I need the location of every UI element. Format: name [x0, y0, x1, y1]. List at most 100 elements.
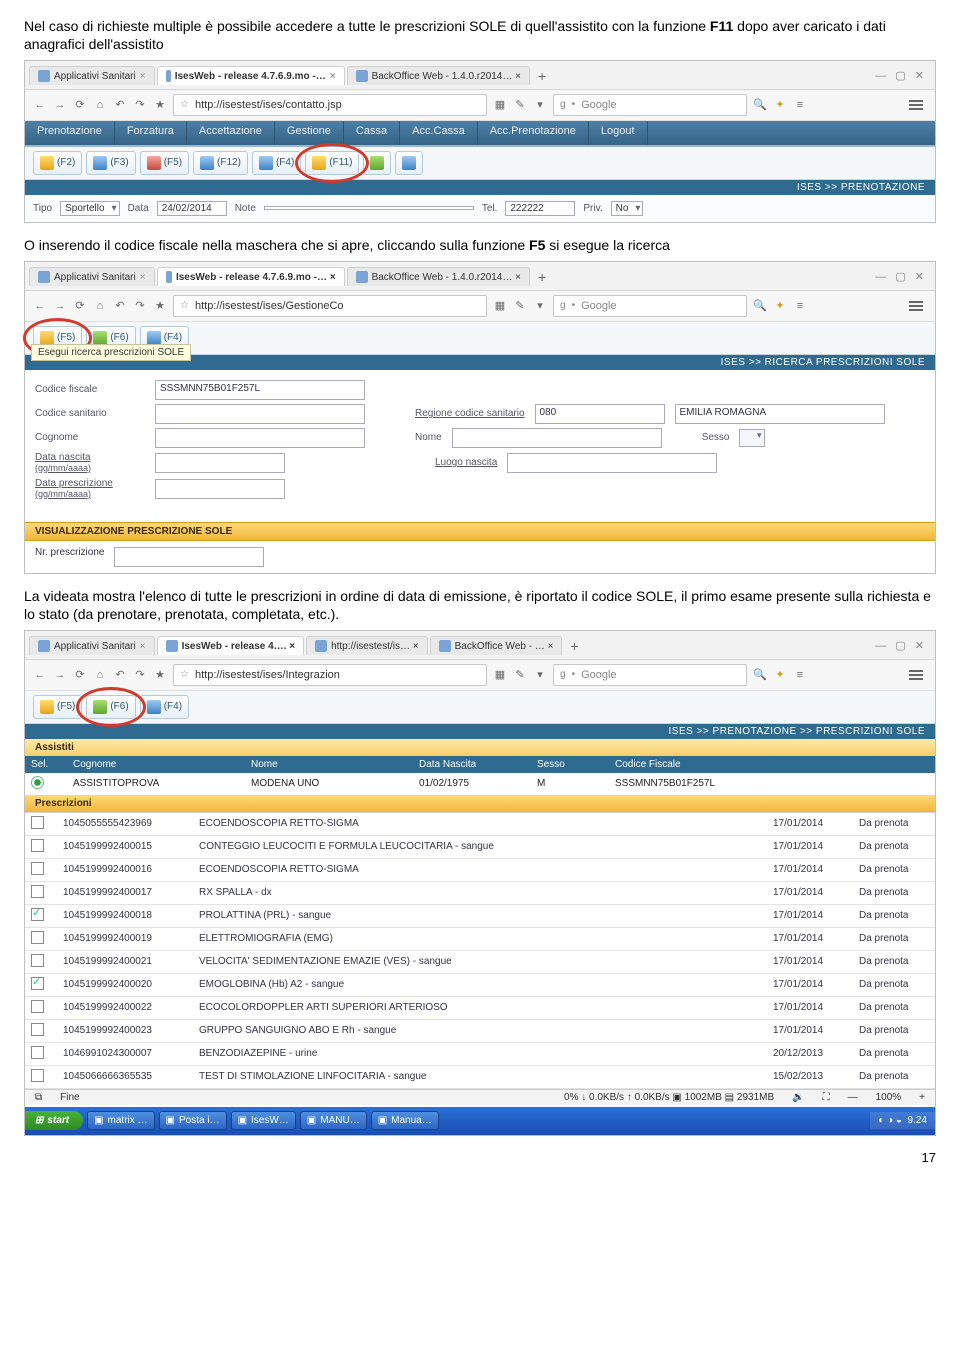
- f4-button[interactable]: (F4): [140, 695, 189, 719]
- prescrizione-row[interactable]: 1046991024300007BENZODIAZEPINE - urine20…: [25, 1043, 935, 1066]
- nav-home-icon[interactable]: ⌂: [93, 98, 107, 112]
- prescrizione-row[interactable]: 1045199992400022ECOCOLORDOPPLER ARTI SUP…: [25, 997, 935, 1020]
- nav-reload-icon[interactable]: ⟳: [73, 98, 87, 112]
- hamburger-icon[interactable]: [909, 100, 923, 110]
- menu-acc-prenotazione[interactable]: Acc.Prenotazione: [478, 121, 589, 145]
- checkbox[interactable]: [31, 816, 44, 829]
- nav-star-icon[interactable]: ★: [153, 668, 167, 682]
- hamburger-icon[interactable]: [909, 301, 923, 311]
- close-icon[interactable]: ×: [330, 71, 336, 82]
- nav-undo-icon[interactable]: ↶: [113, 98, 127, 112]
- note-field[interactable]: [264, 206, 474, 210]
- checkbox[interactable]: [31, 954, 44, 967]
- nav-home-icon[interactable]: ⌂: [93, 299, 107, 313]
- settings-icon[interactable]: ≡: [793, 98, 807, 112]
- url-input[interactable]: ☆ http://isestest/ises/contatto.jsp: [173, 94, 487, 116]
- checkbox[interactable]: [31, 1069, 44, 1082]
- taskbar-button[interactable]: ▣IsesW…: [231, 1111, 296, 1130]
- new-tab-button[interactable]: +: [532, 68, 552, 84]
- prescrizione-row[interactable]: 1045199992400021VELOCITA' SEDIMENTAZIONE…: [25, 951, 935, 974]
- luogo-nascita-input[interactable]: [507, 453, 717, 473]
- sesso-select[interactable]: [739, 429, 765, 447]
- settings-icon[interactable]: ≡: [793, 299, 807, 313]
- status-full-icon[interactable]: ⛶: [819, 1092, 834, 1103]
- browser-tab[interactable]: Applicativi Sanitari×: [29, 636, 155, 655]
- f2-button[interactable]: (F2): [33, 151, 82, 175]
- checkbox[interactable]: [31, 1023, 44, 1036]
- feed-icon[interactable]: ✦: [773, 299, 787, 313]
- browser-tab[interactable]: IsesWeb - release 4.7.6.9.mo -… ×: [157, 267, 345, 286]
- taskbar-button[interactable]: ▣matrix …: [87, 1111, 154, 1130]
- checkbox[interactable]: [31, 908, 44, 921]
- nav-back-icon[interactable]: ←: [33, 299, 47, 313]
- nav-star-icon[interactable]: ★: [153, 299, 167, 313]
- window-controls[interactable]: — ▢ ✕: [875, 270, 931, 283]
- f4-button[interactable]: (F4): [252, 151, 301, 175]
- radio-icon[interactable]: [31, 776, 44, 789]
- nav-undo-icon[interactable]: ↶: [113, 668, 127, 682]
- nav-reload-icon[interactable]: ⟳: [73, 668, 87, 682]
- browser-tab[interactable]: BackOffice Web - 1.4.0.r2014… ×: [347, 267, 530, 286]
- menu-gestione[interactable]: Gestione: [275, 121, 344, 145]
- nome-input[interactable]: [452, 428, 662, 448]
- f5-button[interactable]: (F5): [33, 695, 82, 719]
- priv-select[interactable]: No: [611, 201, 644, 216]
- addon-icon[interactable]: ✎: [513, 98, 527, 112]
- url-input[interactable]: ☆ http://isestest/ises/GestioneCo: [173, 295, 487, 317]
- cf-input[interactable]: SSSMNN75B01F257L: [155, 380, 365, 400]
- nav-reload-icon[interactable]: ⟳: [73, 299, 87, 313]
- addon-icon[interactable]: ▦: [493, 668, 507, 682]
- system-tray[interactable]: ◐ ◑ ◒ 9.24: [870, 1112, 935, 1129]
- new-tab-button[interactable]: +: [532, 269, 552, 285]
- cs-input[interactable]: [155, 404, 365, 424]
- close-icon[interactable]: ×: [140, 272, 146, 283]
- menu-accettazione[interactable]: Accettazione: [187, 121, 275, 145]
- menu-acc-cassa[interactable]: Acc.Cassa: [400, 121, 478, 145]
- hamburger-icon[interactable]: [909, 670, 923, 680]
- prescrizione-row[interactable]: 1045199992400016ECOENDOSCOPIA RETTO-SIGM…: [25, 859, 935, 882]
- toolbar-button[interactable]: [395, 151, 423, 175]
- start-button[interactable]: ⊞ start: [25, 1111, 83, 1130]
- menu-logout[interactable]: Logout: [589, 121, 648, 145]
- feed-icon[interactable]: ✦: [773, 98, 787, 112]
- checkbox[interactable]: [31, 977, 44, 990]
- nav-fwd-icon[interactable]: →: [53, 299, 67, 313]
- data-field[interactable]: 24/02/2014: [157, 201, 227, 216]
- f5-button[interactable]: (F5): [140, 151, 189, 175]
- f6-button[interactable]: (F6): [86, 695, 135, 719]
- f11-button[interactable]: (F11): [305, 151, 359, 175]
- cognome-input[interactable]: [155, 428, 365, 448]
- checkbox[interactable]: [31, 862, 44, 875]
- addon-icon[interactable]: ▦: [493, 299, 507, 313]
- prescrizione-row[interactable]: 1045199992400018PROLATTINA (PRL) - sangu…: [25, 905, 935, 928]
- addon-icon[interactable]: ▦: [493, 98, 507, 112]
- checkbox[interactable]: [31, 885, 44, 898]
- status-sidebar-icon[interactable]: ⧉: [31, 1092, 46, 1103]
- browser-tab[interactable]: Applicativi Sanitari×: [29, 267, 155, 286]
- nav-back-icon[interactable]: ←: [33, 98, 47, 112]
- prescrizione-row[interactable]: 1045199992400015CONTEGGIO LEUCOCITI E FO…: [25, 836, 935, 859]
- menu-prenotazione[interactable]: Prenotazione: [25, 121, 115, 145]
- prescrizione-row[interactable]: 1045066666365535TEST DI STIMOLAZIONE LIN…: [25, 1066, 935, 1089]
- checkbox[interactable]: [31, 839, 44, 852]
- nav-fwd-icon[interactable]: →: [53, 98, 67, 112]
- dropdown-icon[interactable]: ▾: [533, 299, 547, 313]
- settings-icon[interactable]: ≡: [793, 668, 807, 682]
- prescrizione-row[interactable]: 1045055555423969ECOENDOSCOPIA RETTO-SIGM…: [25, 813, 935, 836]
- feed-icon[interactable]: ✦: [773, 668, 787, 682]
- browser-tab[interactable]: IsesWeb - release 4.7.6.9.mo -…×: [157, 66, 345, 85]
- rcs-label[interactable]: Regione codice sanitario: [415, 408, 525, 419]
- taskbar-button[interactable]: ▣MANU…: [300, 1111, 367, 1130]
- taskbar-button[interactable]: ▣Manua…: [371, 1111, 439, 1130]
- prescrizione-row[interactable]: 1045199992400019ELETTROMIOGRAFIA (EMG)17…: [25, 928, 935, 951]
- menu-forzatura[interactable]: Forzatura: [115, 121, 187, 145]
- taskbar-button[interactable]: ▣Posta i…: [159, 1111, 227, 1130]
- browser-tab[interactable]: http://isestest/is… ×: [306, 636, 428, 655]
- nav-home-icon[interactable]: ⌂: [93, 668, 107, 682]
- toolbar-button[interactable]: [363, 151, 391, 175]
- close-icon[interactable]: ×: [140, 641, 146, 652]
- nav-redo-icon[interactable]: ↷: [133, 299, 147, 313]
- nav-back-icon[interactable]: ←: [33, 668, 47, 682]
- search-input[interactable]: g • Google: [553, 295, 747, 317]
- browser-tab[interactable]: IsesWeb - release 4…. ×: [157, 636, 305, 655]
